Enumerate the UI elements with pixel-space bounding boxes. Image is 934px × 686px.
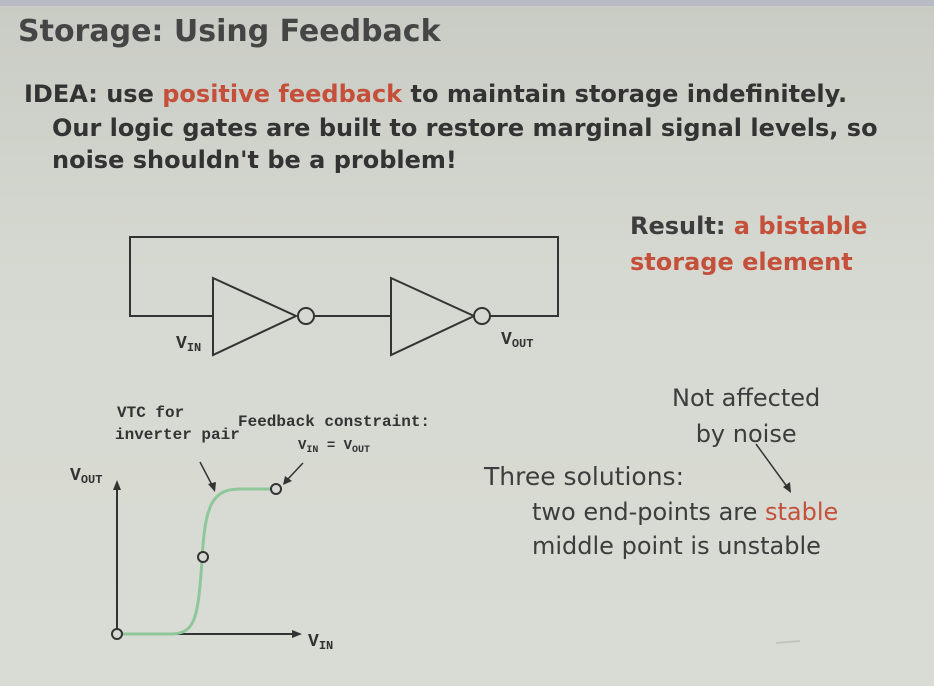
sol1-highlight: stable <box>765 498 839 526</box>
x-axis-arrow-icon <box>292 630 302 638</box>
not-affected-line-2: by noise <box>695 420 797 448</box>
smudge-mark <box>775 640 801 644</box>
vin-main: V <box>176 334 187 354</box>
solution-line-1: two end-points are stable <box>532 498 838 526</box>
eq-sub2: OUT <box>352 445 371 456</box>
sol1-prefix: two end-points are <box>532 498 766 526</box>
diagram-canvas <box>111 236 801 644</box>
feedback-equation: VIN = VOUT <box>298 438 370 456</box>
feedback-pointer-arrow-icon <box>283 462 304 485</box>
xaxis-main: V <box>308 632 319 652</box>
yaxis-main: V <box>70 466 81 486</box>
x-axis-label: VIN <box>308 632 333 653</box>
not-affected-line-1: Not affected <box>672 384 821 412</box>
vout-sub: OUT <box>511 337 534 351</box>
eq-mid: = V <box>318 438 353 454</box>
solution-point-middle <box>197 551 209 563</box>
vout-main: V <box>501 330 512 350</box>
solution-point-low <box>111 628 123 640</box>
vtc-label-2: inverter pair <box>115 426 240 444</box>
inverter-2-icon <box>390 276 491 357</box>
y-axis-arrow-icon <box>113 480 121 490</box>
eq-sub1: IN <box>306 445 319 456</box>
vtc-pointer-arrow-icon <box>199 461 216 492</box>
y-axis-label: VOUT <box>70 466 102 487</box>
solution-line-2: middle point is unstable <box>532 532 821 560</box>
solution-point-high <box>270 483 282 495</box>
not-affected-note: Not affected by noise <box>672 380 820 452</box>
vout-label: VOUT <box>501 330 533 351</box>
xaxis-sub: IN <box>318 639 334 653</box>
feedback-constraint-label: Feedback constraint: <box>238 413 431 431</box>
inverter-1-icon <box>212 276 315 357</box>
vtc-label-1: VTC for <box>117 404 185 422</box>
yaxis-sub: OUT <box>80 473 103 487</box>
three-solutions-heading: Three solutions: <box>484 462 684 491</box>
vin-sub: IN <box>186 341 202 355</box>
feedback-wire <box>129 236 559 317</box>
vtc-curve <box>117 487 276 636</box>
vin-label: VIN <box>176 334 201 355</box>
